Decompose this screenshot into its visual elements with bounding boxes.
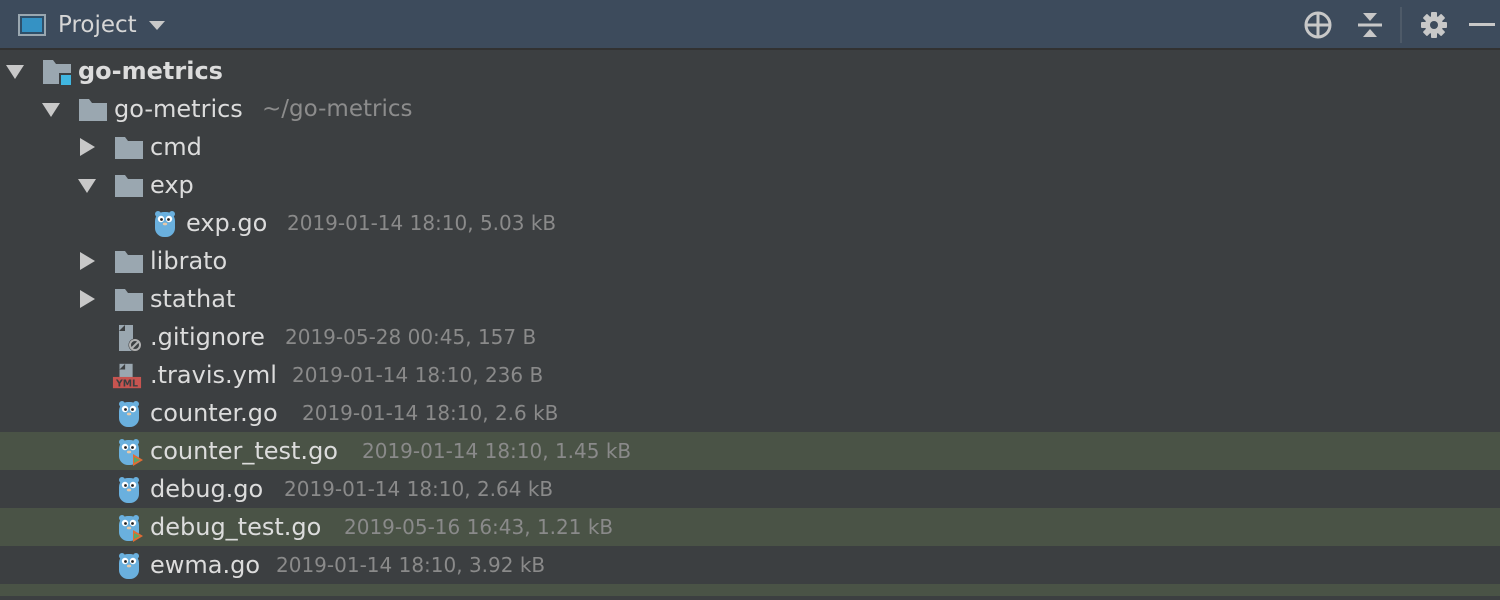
tree-row-counter[interactable]: counter.go 2019-01-14 18:10, 2.6 kB xyxy=(0,394,1500,432)
gitignore-file-icon xyxy=(119,325,142,352)
yml-file-icon: YML xyxy=(112,363,142,389)
tree-label: .travis.yml xyxy=(150,361,277,389)
tree-row-debug-test[interactable]: debug_test.go 2019-05-16 16:43, 1.21 kB xyxy=(0,508,1500,546)
file-meta: 2019-01-14 18:10, 2.64 kB xyxy=(284,477,554,501)
locate-button[interactable] xyxy=(1302,9,1334,41)
go-test-file-icon xyxy=(119,515,143,542)
module-path: ~/go-metrics xyxy=(262,96,413,122)
tree-label: .gitignore xyxy=(150,323,265,351)
folder-icon xyxy=(79,99,107,121)
folder-icon xyxy=(115,175,143,197)
expand-arrow-icon[interactable] xyxy=(78,179,96,193)
go-file-icon xyxy=(155,211,175,237)
tree-row-counter-test[interactable]: counter_test.go 2019-01-14 18:10, 1.45 k… xyxy=(0,432,1500,470)
project-tool-window-header: Project xyxy=(0,0,1500,50)
tree-label: exp.go xyxy=(186,209,268,237)
file-meta: 2019-01-14 18:10, 5.03 kB xyxy=(287,211,557,235)
file-meta: 2019-01-14 18:10, 1.45 kB xyxy=(362,439,632,463)
expand-arrow-icon[interactable] xyxy=(80,252,95,270)
tree-label: ewma.go xyxy=(150,551,261,579)
toolbar-separator xyxy=(1400,7,1402,43)
file-meta: 2019-01-14 18:10, 3.92 kB xyxy=(276,553,546,577)
expand-arrow-icon[interactable] xyxy=(6,65,24,79)
tree-row-stathat[interactable]: stathat xyxy=(0,280,1500,318)
tree-label: go-metrics xyxy=(78,57,223,85)
tree-row-travis[interactable]: YML .travis.yml 2019-01-14 18:10, 236 B xyxy=(0,356,1500,394)
file-meta: 2019-05-28 00:45, 157 B xyxy=(285,325,537,349)
tree-row-ewma[interactable]: ewma.go 2019-01-14 18:10, 3.92 kB xyxy=(0,546,1500,584)
settings-button[interactable] xyxy=(1418,9,1450,41)
go-test-file-icon xyxy=(119,439,143,466)
tree-row-partial[interactable] xyxy=(0,584,1500,596)
file-meta: 2019-05-16 16:43, 1.21 kB xyxy=(344,515,614,539)
go-file-icon xyxy=(119,401,139,427)
tree-row-gitignore[interactable]: .gitignore 2019-05-28 00:45, 157 B xyxy=(0,318,1500,356)
tree-label: librato xyxy=(150,247,228,275)
tree-label: go-metrics xyxy=(114,95,243,123)
collapse-all-icon xyxy=(1358,13,1382,37)
project-module-icon xyxy=(43,60,72,86)
project-view-title: Project xyxy=(58,12,137,38)
file-meta: 2019-01-14 18:10, 2.6 kB xyxy=(302,401,559,425)
tree-label: counter.go xyxy=(150,399,278,427)
tree-label: debug_test.go xyxy=(150,513,322,541)
expand-arrow-icon[interactable] xyxy=(42,103,60,117)
tree-row-librato[interactable]: librato xyxy=(0,242,1500,280)
tree-row-root[interactable]: go-metrics xyxy=(0,52,1500,90)
folder-icon xyxy=(115,251,143,273)
tree-label: stathat xyxy=(150,285,236,313)
tree-label: counter_test.go xyxy=(150,437,338,465)
tree-row-module[interactable]: go-metrics ~/go-metrics xyxy=(0,90,1500,128)
go-file-icon xyxy=(119,477,139,503)
tree-row-exp[interactable]: exp xyxy=(0,166,1500,204)
yml-badge: YML xyxy=(115,378,138,389)
expand-arrow-icon[interactable] xyxy=(80,290,95,308)
tree-row-debug[interactable]: debug.go 2019-01-14 18:10, 2.64 kB xyxy=(0,470,1500,508)
tree-row-cmd[interactable]: cmd xyxy=(0,128,1500,166)
minimize-icon xyxy=(1469,23,1495,26)
tree-row-exp-go[interactable]: exp.go 2019-01-14 18:10, 5.03 kB xyxy=(0,204,1500,242)
locate-icon xyxy=(1304,11,1332,39)
go-file-icon xyxy=(119,553,139,579)
dropdown-caret-icon[interactable] xyxy=(148,20,165,30)
tree-label: cmd xyxy=(150,133,202,161)
panel-icon xyxy=(18,14,46,36)
gear-icon xyxy=(1421,12,1447,38)
folder-icon xyxy=(115,289,143,311)
minimize-button[interactable] xyxy=(1466,9,1498,41)
file-meta: 2019-01-14 18:10, 236 B xyxy=(292,363,544,387)
expand-arrow-icon[interactable] xyxy=(80,138,95,156)
folder-icon xyxy=(115,137,143,159)
tree-label: exp xyxy=(150,171,194,199)
tree-label: debug.go xyxy=(150,475,264,503)
header-toolbar xyxy=(1302,0,1500,50)
collapse-all-button[interactable] xyxy=(1354,9,1386,41)
project-tree: go-metrics go-metrics ~/go-metrics cmd e… xyxy=(0,52,1500,596)
project-view-selector[interactable]: Project xyxy=(18,0,165,50)
